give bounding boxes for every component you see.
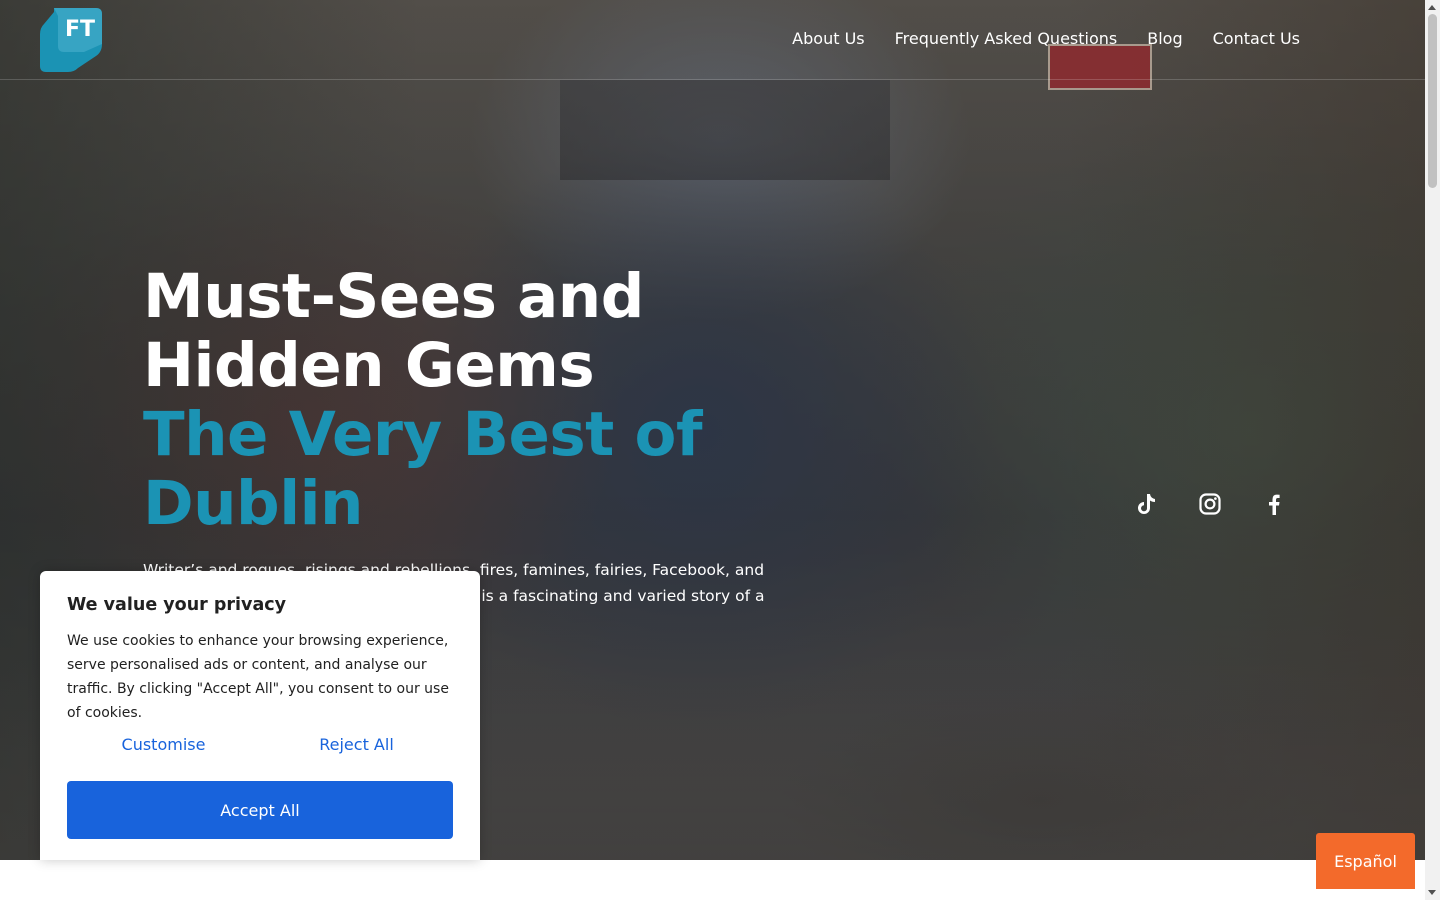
cookie-secondary-actions: Customise Reject All — [67, 729, 453, 759]
facebook-icon[interactable] — [1261, 490, 1287, 518]
headline-line-2: Hidden Gems — [143, 330, 595, 401]
page-scrollbar[interactable] — [1425, 0, 1440, 900]
main-nav: About Us Frequently Asked Questions Blog… — [792, 28, 1300, 50]
instagram-icon[interactable] — [1197, 490, 1223, 518]
social-links — [1133, 490, 1287, 518]
reject-all-button[interactable]: Reject All — [260, 729, 453, 759]
cookie-banner-title: We value your privacy — [67, 595, 287, 615]
scroll-up-arrow-icon[interactable] — [1428, 5, 1436, 10]
hero-photo-bridge — [560, 80, 890, 180]
site-header: FT About Us Frequently Asked Questions B… — [0, 0, 1425, 80]
cookie-consent-banner: We value your privacy We use cookies to … — [40, 571, 480, 860]
accept-all-button[interactable]: Accept All — [67, 781, 453, 839]
headline-accent-line-2: Dublin — [143, 468, 363, 539]
scroll-down-arrow-icon[interactable] — [1428, 890, 1436, 895]
site-logo[interactable]: FT — [40, 8, 102, 72]
headline-accent-line-1: The Very Best of — [143, 399, 703, 470]
language-switch-button[interactable]: Español — [1316, 833, 1415, 889]
nav-blog[interactable]: Blog — [1147, 28, 1182, 50]
logo-icon: FT — [40, 8, 102, 72]
hero-headline: Must-Sees and Hidden Gems The Very Best … — [143, 262, 843, 538]
nav-contact-us[interactable]: Contact Us — [1213, 28, 1300, 50]
nav-about-us[interactable]: About Us — [792, 28, 864, 50]
customise-button[interactable]: Customise — [67, 729, 260, 759]
nav-faq[interactable]: Frequently Asked Questions — [895, 28, 1118, 50]
svg-text:FT: FT — [65, 17, 95, 42]
scrollbar-thumb[interactable] — [1428, 14, 1437, 188]
tiktok-icon[interactable] — [1133, 490, 1159, 518]
headline-line-1: Must-Sees and — [143, 261, 644, 332]
cookie-banner-text: We use cookies to enhance your browsing … — [67, 633, 449, 721]
